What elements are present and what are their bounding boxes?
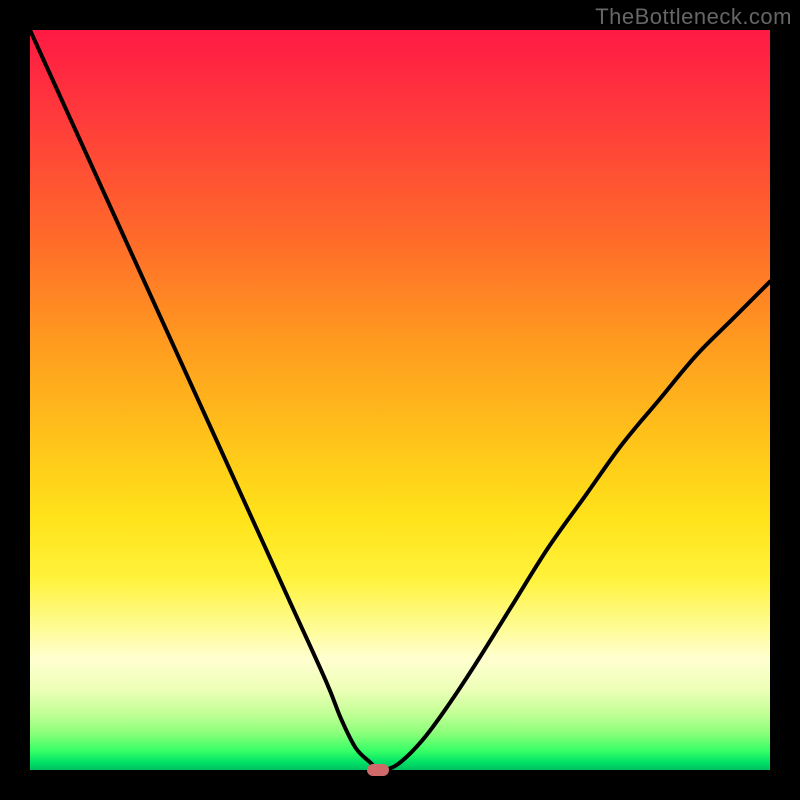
minimum-marker	[367, 764, 389, 776]
plot-area	[30, 30, 770, 770]
bottleneck-curve-path	[30, 30, 770, 771]
watermark-text: TheBottleneck.com	[595, 4, 792, 30]
chart-frame: TheBottleneck.com	[0, 0, 800, 800]
curve-svg	[30, 30, 770, 770]
